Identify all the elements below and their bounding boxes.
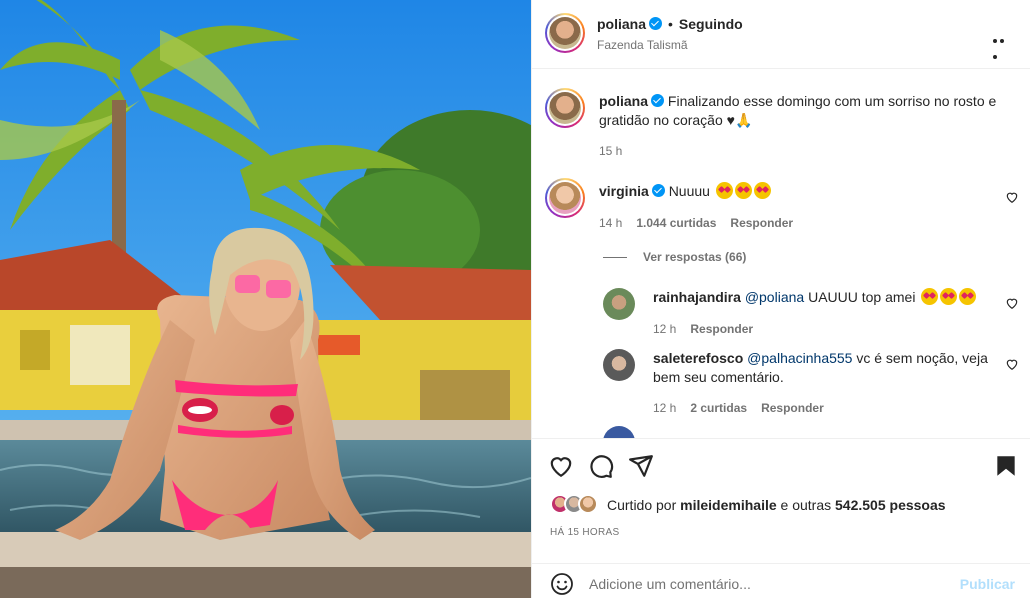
star-eyes-emoji-icon: [921, 288, 939, 305]
caption-username[interactable]: poliana: [599, 93, 648, 109]
like-comment-icon[interactable]: [1005, 190, 1019, 204]
verified-icon: [651, 94, 665, 107]
comment-text-block: virginia Nuuuu: [599, 182, 771, 201]
comment-avatar[interactable]: [545, 178, 585, 218]
verified-icon: [651, 184, 665, 197]
reply-username[interactable]: rainhajandira: [653, 289, 741, 305]
star-eyes-emoji-icon: [959, 288, 977, 305]
author-avatar[interactable]: [545, 13, 585, 53]
reply-username[interactable]: saleterefosco: [653, 350, 743, 366]
post-image: [0, 0, 531, 598]
like-comment-icon[interactable]: [1005, 296, 1019, 310]
comment-icon[interactable]: [588, 453, 614, 479]
caption-text-block: poliana Finalizando esse domingo com um …: [599, 92, 1009, 130]
reply-avatar[interactable]: [603, 426, 635, 438]
view-replies-button[interactable]: Ver respostas (66): [643, 250, 746, 264]
pray-emoji-icon: 🙏: [734, 112, 753, 128]
post-header: poliana • Seguindo Fazenda Talismã: [532, 0, 1030, 69]
reply-mention[interactable]: @palhacinha555: [747, 350, 852, 366]
follow-status-button[interactable]: Seguindo: [679, 16, 743, 32]
reply-text: UAUUU top amei: [808, 289, 916, 305]
reply-button[interactable]: Responder: [730, 216, 793, 230]
share-icon[interactable]: [628, 453, 654, 479]
reply-text-block: saleterefosco @palhacinha555 vc é sem no…: [653, 349, 993, 387]
reply-mention[interactable]: @poliana: [745, 289, 804, 305]
reply-avatar[interactable]: [603, 349, 635, 381]
replies-line: [603, 257, 627, 258]
star-eyes-emoji-icon: [940, 288, 958, 305]
reply-time: 12 h: [653, 322, 677, 336]
comment-meta: 14 h 1.044 curtidas Responder: [599, 216, 807, 230]
liked-user[interactable]: mileidemihaile: [680, 497, 776, 513]
header-user-line: poliana • Seguindo: [597, 16, 743, 32]
caption-time: 15 h: [599, 144, 623, 158]
comment-time: 14 h: [599, 216, 623, 230]
reply-button[interactable]: Responder: [761, 401, 824, 415]
liked-count[interactable]: 542.505 pessoas: [835, 497, 946, 513]
add-comment-bar: Adicione um comentário... Publicar: [532, 563, 1030, 598]
comments-list: poliana Finalizando esse domingo com um …: [532, 70, 1030, 438]
author-username[interactable]: poliana: [597, 16, 646, 32]
caption-avatar[interactable]: [545, 88, 585, 128]
publish-button[interactable]: Publicar: [960, 576, 1015, 592]
liked-suffix: e outras: [780, 497, 832, 513]
star-eyes-emoji-icon: [734, 182, 752, 199]
bookmark-icon[interactable]: [993, 453, 1019, 479]
like-comment-icon[interactable]: [1005, 357, 1019, 371]
reply-likes[interactable]: 2 curtidas: [690, 401, 747, 415]
reply-meta: 12 h 2 curtidas Responder: [653, 401, 838, 415]
post-detail-panel: poliana • Seguindo Fazenda Talismã poliana…: [531, 0, 1030, 598]
liked-prefix: Curtido por: [607, 497, 677, 513]
verified-icon: [649, 17, 663, 30]
emoji-icon[interactable]: [550, 572, 574, 596]
post-photo[interactable]: [0, 0, 531, 598]
reply-button[interactable]: Responder: [690, 322, 753, 336]
liked-by-text: Curtido por mileidemihaile e outras 542.…: [607, 497, 946, 513]
comment-likes[interactable]: 1.044 curtidas: [636, 216, 716, 230]
comment-username[interactable]: virginia: [599, 183, 649, 199]
star-eyes-emoji-icon: [715, 182, 733, 199]
liked-avatar: [578, 494, 598, 514]
comment-input[interactable]: Adicione um comentário...: [589, 576, 751, 592]
location-link[interactable]: Fazenda Talismã: [597, 38, 688, 52]
comment-text: Nuuuu: [668, 183, 710, 199]
reply-time: 12 h: [653, 401, 677, 415]
star-eyes-emoji-icon: [753, 182, 771, 199]
heart-icon[interactable]: [548, 453, 574, 479]
reply-meta: 12 h Responder: [653, 322, 767, 336]
separator-dot: •: [668, 16, 673, 32]
post-time-ago: HÁ 15 HORAS: [550, 527, 620, 538]
reply-text-block: rainhajandira @poliana UAUUU top amei: [653, 288, 977, 307]
more-icon[interactable]: [993, 30, 1013, 59]
reply-avatar[interactable]: [603, 288, 635, 320]
post-actions: Curtido por mileidemihaile e outras 542.…: [532, 438, 1030, 598]
